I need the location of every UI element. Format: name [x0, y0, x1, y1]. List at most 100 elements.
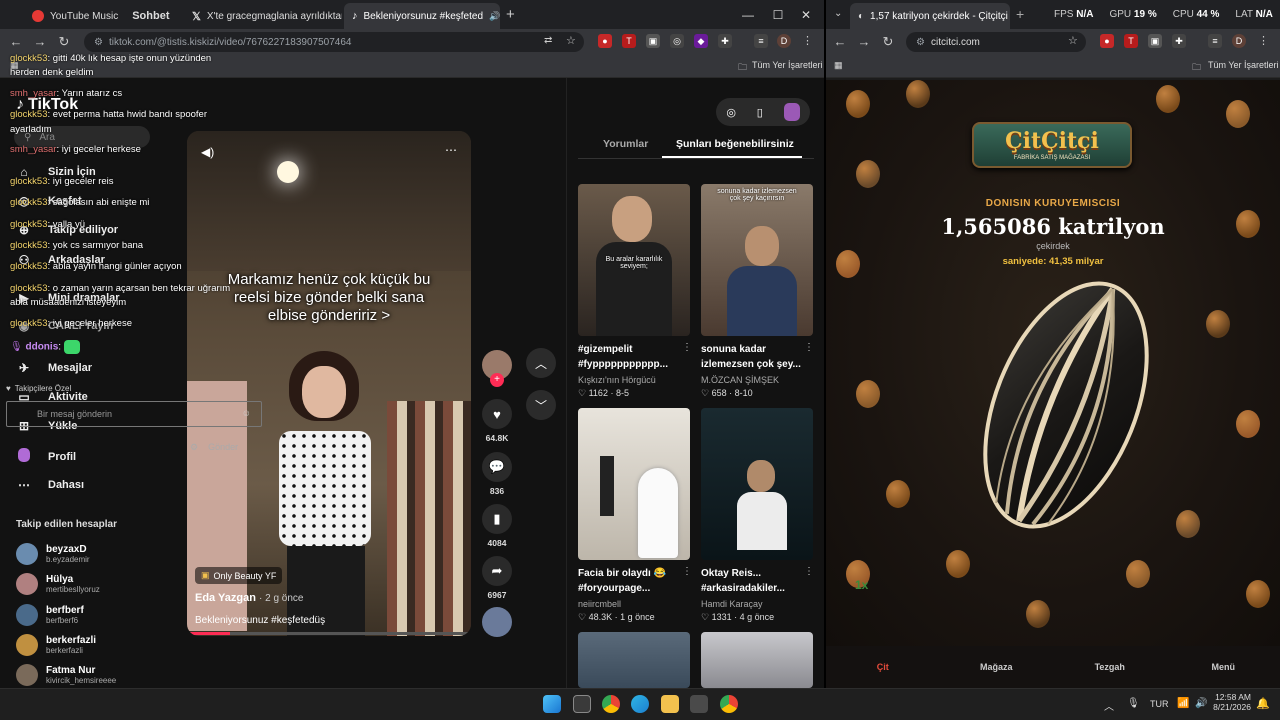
bookmark-star-icon[interactable]: ☆	[566, 34, 576, 47]
nav-magaza[interactable]: Mağaza	[940, 646, 1054, 688]
bookmark-icon[interactable]: ▮	[482, 504, 512, 534]
volume-icon[interactable]: ◀)	[201, 145, 214, 159]
all-bookmarks-label[interactable]: Tüm Yer İşaretleri	[1208, 60, 1279, 70]
site-info-icon[interactable]: ⚙	[916, 37, 925, 48]
media-controls-icon[interactable]: ≡	[754, 34, 768, 48]
more-options-icon[interactable]: ⋮	[804, 342, 814, 353]
edge-icon[interactable]	[631, 695, 649, 713]
comment-icon[interactable]: 💬	[482, 452, 512, 482]
extension-icon[interactable]: ◎	[670, 34, 684, 48]
back-icon[interactable]: ←	[828, 34, 852, 49]
tab-x[interactable]: 𝕏 X'te gracegmaglania ayrıldıktan ✕	[184, 3, 342, 29]
tab-youtube-music[interactable]: YouTube Music Sohbet ✕	[24, 3, 174, 29]
share-action[interactable]: ➦ 6967	[482, 556, 512, 600]
suggestion-thumbnail[interactable]: Bu aralar kararlılık seviyem;	[578, 184, 690, 336]
address-bar[interactable]: ⚙ tiktok.com/@tistis.kiskizi/video/76762…	[84, 32, 584, 52]
video-player[interactable]: ◀) ⋯ Markamız henüz çok küçük bu reelsi …	[187, 131, 471, 636]
notification-icon[interactable]: 🔔	[1256, 697, 1270, 710]
account-item[interactable]: berfberf berfberf6	[16, 604, 84, 626]
nav-tezgah[interactable]: Tezgah	[1053, 646, 1167, 688]
extension-icon[interactable]: ◆	[694, 34, 708, 48]
comment-action[interactable]: 💬 836	[482, 452, 512, 496]
microphone-icon[interactable]: 🎙	[1127, 698, 1140, 709]
back-icon[interactable]: ←	[4, 34, 28, 49]
suggestion-title-line2[interactable]: #arkasiradakiler...	[701, 582, 809, 595]
volume-icon[interactable]: 🔊	[1195, 698, 1207, 709]
suggestion-thumbnail[interactable]	[701, 632, 813, 688]
account-item[interactable]: Hülya mertibesllyoruz	[16, 573, 100, 595]
suggestion-thumbnail[interactable]: sonuna kadar izlemezsen çok şey kaçırırs…	[701, 184, 813, 336]
chat-username[interactable]: glockk53	[10, 240, 48, 251]
speaker-icon[interactable]: 🔊	[489, 11, 500, 22]
close-window-button[interactable]: ✕	[788, 0, 824, 29]
like-action[interactable]: ♥ 64.8K	[482, 399, 512, 443]
chat-username[interactable]: glockk53	[10, 197, 48, 208]
address-bar[interactable]: ⚙ citcitci.com	[906, 32, 1086, 52]
tab-you-may-like[interactable]: Şunları beğenebilirsiniz	[676, 138, 794, 150]
chat-username[interactable]: glockk53	[10, 283, 48, 294]
new-tab-button[interactable]: +	[1016, 6, 1024, 22]
share-icon[interactable]: ➦	[482, 556, 512, 586]
video-more-icon[interactable]: ⋯	[445, 143, 457, 157]
start-icon[interactable]	[543, 695, 561, 713]
translate-icon[interactable]: ⇄	[544, 35, 552, 46]
nav-more[interactable]: ⋯ Dahası	[16, 478, 84, 492]
suggestion-title[interactable]: #gizempelit	[578, 343, 686, 356]
nav-cit[interactable]: Çit	[826, 646, 940, 688]
suggestion-thumbnail[interactable]	[578, 632, 690, 688]
menu-kebab-icon[interactable]: ⋮	[1258, 34, 1269, 47]
puzzle-icon[interactable]: ✚	[718, 34, 732, 48]
sponsor-badge[interactable]: ▣ Only Beauty YF	[195, 567, 283, 584]
wifi-icon[interactable]: 📶	[1177, 698, 1189, 709]
all-bookmarks-label[interactable]: Tüm Yer İşaretleri	[752, 60, 823, 70]
reload-icon[interactable]: ↻	[876, 34, 900, 50]
phone-icon[interactable]: ▯	[757, 106, 763, 119]
extension-icon[interactable]: ●	[598, 34, 612, 48]
suggestion-title[interactable]: Facia bir olaydı 😂	[578, 567, 686, 580]
chat-input[interactable]: Bir mesaj gönderin ☺	[6, 401, 262, 427]
chat-username[interactable]: glockk53	[10, 261, 48, 272]
follow-plus-icon[interactable]: +	[490, 373, 504, 387]
suggestion-author[interactable]: Kışkızı'nın Hörgücü	[578, 375, 656, 385]
multiplier-label[interactable]: 1x	[855, 578, 868, 592]
puzzle-icon[interactable]: ✚	[1172, 34, 1186, 48]
chat-username[interactable]: glockk53	[10, 109, 48, 120]
clock[interactable]: 12:58 AM 8/21/2026	[1213, 692, 1251, 712]
extension-icon[interactable]: T	[1124, 34, 1138, 48]
tab-tiktok-active[interactable]: ♪ Bekleniyorsunuz #keşfeted 🔊 ✕	[344, 3, 500, 29]
sound-disc[interactable]	[482, 607, 512, 637]
tab-menu-icon[interactable]: ⌄	[834, 8, 842, 19]
tray-chevron-icon[interactable]: ︿	[1104, 698, 1114, 713]
chat-username[interactable]: smh_yasar	[10, 144, 56, 155]
chat-username[interactable]: glockk53	[10, 318, 48, 329]
new-tab-button[interactable]: +	[506, 6, 515, 23]
more-options-icon[interactable]: ⋮	[682, 566, 692, 577]
chat-username[interactable]: glockk53	[10, 176, 48, 187]
suggestion-thumbnail[interactable]	[578, 408, 690, 560]
suggestion-author[interactable]: Hamdi Karaçay	[701, 599, 763, 609]
profile-avatar[interactable]: D	[777, 34, 791, 48]
menu-kebab-icon[interactable]: ⋮	[802, 34, 813, 47]
creator-avatar-action[interactable]: +	[482, 350, 512, 387]
chat-username[interactable]: glockk53	[10, 53, 48, 64]
extension-icon[interactable]: ▣	[646, 34, 660, 48]
site-info-icon[interactable]: ⚙	[94, 37, 103, 48]
tab-comments[interactable]: Yorumlar	[603, 138, 648, 150]
previous-video-button[interactable]: ︿	[526, 348, 556, 378]
profile-avatar[interactable]: D	[1232, 34, 1246, 48]
video-author[interactable]: Eda Yazgan	[195, 592, 256, 604]
extension-icon[interactable]: ▣	[1148, 34, 1162, 48]
media-controls-icon[interactable]: ≡	[1208, 34, 1222, 48]
app-icon[interactable]	[690, 695, 708, 713]
chat-username[interactable]: glockk53	[10, 219, 48, 230]
settings-icon[interactable]: ⚙	[190, 442, 198, 453]
chat-username[interactable]: smh_yasar	[10, 88, 56, 99]
suggestion-title-line2[interactable]: izlemezsen çok şey...	[701, 358, 809, 371]
nav-menu[interactable]: Menü	[1167, 646, 1280, 688]
account-item[interactable]: Fatma Nur kivircik_hemsireeee	[16, 664, 116, 686]
forward-icon[interactable]: →	[852, 34, 876, 49]
account-item[interactable]: beyzaxD b.eyzademir	[16, 543, 90, 565]
suggestion-title-line2[interactable]: #fyppppppppppp...	[578, 358, 686, 371]
extension-icon[interactable]: T	[622, 34, 636, 48]
next-video-button[interactable]: ﹀	[526, 390, 556, 420]
